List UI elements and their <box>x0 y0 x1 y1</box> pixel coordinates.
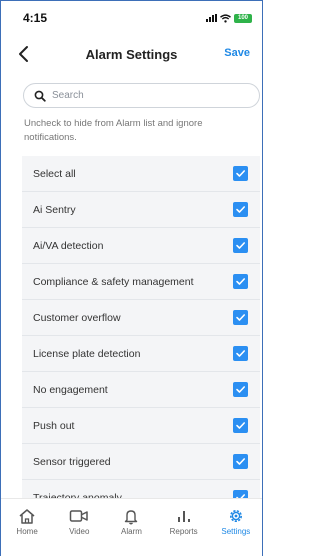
tab-home[interactable]: Home <box>1 507 53 556</box>
search-box[interactable] <box>23 83 260 108</box>
alarm-type-row[interactable]: Ai Sentry <box>22 192 260 228</box>
status-time: 4:15 <box>23 11 48 25</box>
save-button[interactable]: Save <box>224 47 250 59</box>
checkmark-icon <box>236 242 245 249</box>
alarm-type-checkbox[interactable] <box>233 454 248 469</box>
alarm-type-label: Ai Sentry <box>33 203 76 216</box>
checkmark-icon <box>236 350 245 357</box>
checkmark-icon <box>236 422 245 429</box>
alarm-type-row[interactable]: Compliance & safety management <box>22 264 260 300</box>
search-icon <box>34 90 46 102</box>
alarm-type-label: Customer overflow <box>33 311 121 324</box>
tab-video[interactable]: Video <box>53 507 105 556</box>
home-icon <box>17 507 37 525</box>
tab-label: Alarm <box>121 527 142 536</box>
alarm-type-checkbox[interactable] <box>233 166 248 181</box>
page-title: Alarm Settings <box>85 46 178 62</box>
alarm-type-list: Select all Ai Sentry Ai/VA detection Compli… <box>22 156 260 516</box>
alarm-type-checkbox[interactable] <box>233 274 248 289</box>
hint-text: Uncheck to hide from Alarm list and igno… <box>24 118 203 143</box>
nav-bar: Alarm Settings Save <box>1 35 262 73</box>
alarm-type-checkbox[interactable] <box>233 202 248 217</box>
tab-label: Settings <box>221 527 251 536</box>
alarm-type-row[interactable]: Ai/VA detection <box>22 228 260 264</box>
bottom-tab-bar: Home Video Alarm Reports Settings <box>1 498 262 556</box>
alarm-type-row[interactable]: Push out <box>22 408 260 444</box>
tab-reports[interactable]: Reports <box>158 507 210 556</box>
tab-label: Video <box>69 527 90 536</box>
search-input[interactable] <box>52 90 232 101</box>
tab-alarm[interactable]: Alarm <box>105 507 157 556</box>
alarm-type-label: Select all <box>33 167 76 180</box>
tab-settings[interactable]: Settings <box>210 507 262 556</box>
bell-icon <box>121 507 141 525</box>
checkmark-icon <box>236 170 245 177</box>
video-icon <box>69 507 89 525</box>
alarm-type-label: License plate detection <box>33 347 141 360</box>
status-icons: 100 <box>206 13 252 23</box>
checkmark-icon <box>236 458 245 465</box>
alarm-type-label: Ai/VA detection <box>33 239 104 252</box>
status-bar: 4:15 100 <box>1 1 262 35</box>
alarm-type-row[interactable]: No engagement <box>22 372 260 408</box>
alarm-type-label: Compliance & safety management <box>33 275 194 288</box>
checkmark-icon <box>236 278 245 285</box>
back-icon[interactable] <box>15 44 33 64</box>
alarm-type-checkbox[interactable] <box>233 310 248 325</box>
checkmark-icon <box>236 206 245 213</box>
alarm-type-row[interactable]: License plate detection <box>22 336 260 372</box>
alarm-type-label: Sensor triggered <box>33 455 111 468</box>
alarm-type-label: Push out <box>33 419 75 432</box>
alarm-type-row[interactable]: Sensor triggered <box>22 444 260 480</box>
alarm-type-row[interactable]: Customer overflow <box>22 300 260 336</box>
checkmark-icon <box>236 314 245 321</box>
checkmark-icon <box>236 386 245 393</box>
alarm-type-checkbox[interactable] <box>233 238 248 253</box>
signal-icon <box>206 14 217 22</box>
wifi-icon <box>220 13 231 23</box>
alarm-type-checkbox[interactable] <box>233 346 248 361</box>
alarm-type-checkbox[interactable] <box>233 382 248 397</box>
battery-icon: 100 <box>234 13 252 23</box>
gear-icon <box>226 507 246 525</box>
bar-chart-icon <box>174 507 194 525</box>
alarm-type-label: No engagement <box>33 383 108 396</box>
alarm-type-checkbox[interactable] <box>233 418 248 433</box>
alarm-type-row[interactable]: Select all <box>22 156 260 192</box>
tab-label: Home <box>16 527 38 536</box>
tab-label: Reports <box>169 527 198 536</box>
